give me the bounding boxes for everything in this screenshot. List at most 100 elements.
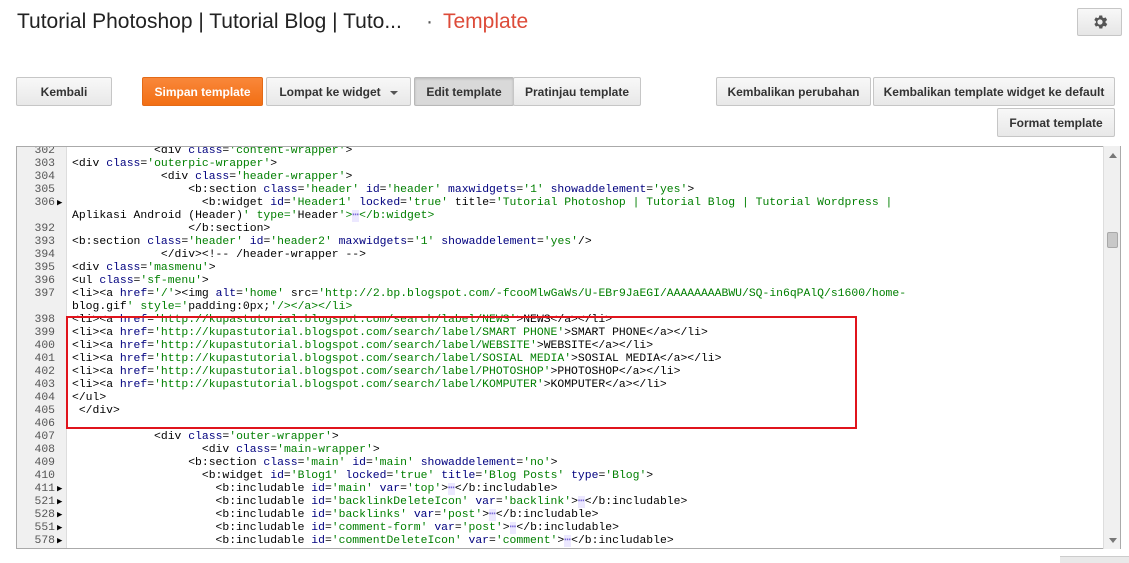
- code-text: <div class='header-wrapper'>: [72, 171, 353, 183]
- code-line[interactable]: 394 </div><!-- /header-wrapper -->: [17, 249, 1107, 262]
- code-line[interactable]: 410 <b:widget id='Blog1' locked='true' t…: [17, 470, 1107, 483]
- line-number: 398: [34, 314, 55, 326]
- line-number: 304: [34, 171, 55, 183]
- edit-template-button[interactable]: Edit template: [414, 77, 514, 106]
- line-number: 396: [34, 275, 55, 287]
- code-line[interactable]: 305 <b:section class='header' id='header…: [17, 184, 1107, 197]
- jump-to-widget-dropdown[interactable]: Lompat ke widget: [266, 77, 411, 106]
- line-number: 411: [34, 483, 55, 495]
- line-number: 305: [34, 184, 55, 196]
- code-text: <b:widget id='Header1' locked='true' tit…: [72, 197, 893, 209]
- code-line[interactable]: 303 <div class='outerpic-wrapper'>: [17, 158, 1107, 171]
- code-line[interactable]: 411 ▶ <b:includable id='main' var='top'>⋯…: [17, 483, 1107, 496]
- line-number: 403: [34, 379, 55, 391]
- code-line[interactable]: 393 <b:section class='header' id='header2…: [17, 236, 1107, 249]
- code-line[interactable]: 578 ▶ <b:includable id='commentDeleteIcon…: [17, 535, 1107, 548]
- code-line[interactable]: 551 ▶ <b:includable id='comment-form' var…: [17, 522, 1107, 535]
- fold-arrow-icon[interactable]: ▶: [57, 522, 62, 535]
- line-number: 409: [34, 457, 55, 469]
- code-line[interactable]: 396 <ul class='sf-menu'>: [17, 275, 1107, 288]
- line-number: 578: [34, 535, 55, 547]
- line-number: 410: [34, 470, 55, 482]
- line-number: 306: [34, 197, 55, 209]
- code-text: <div class='outerpic-wrapper'>: [72, 158, 278, 170]
- scroll-down-arrow-icon[interactable]: [1104, 533, 1121, 547]
- code-line[interactable]: blog.gif' style='padding:0px;'/></a></li…: [17, 301, 1107, 314]
- code-text: Aplikasi Android (Header)' type='Header'…: [72, 210, 435, 222]
- code-text: <b:includable id='backlinks' var='post'>…: [72, 509, 599, 521]
- line-number: 395: [34, 262, 55, 274]
- code-text: blog.gif' style='padding:0px;'/></a></li…: [72, 301, 353, 313]
- code-line[interactable]: 392 </b:section>: [17, 223, 1107, 236]
- blog-title[interactable]: Tutorial Photoshop | Tutorial Blog | Tut…: [17, 10, 402, 34]
- line-number: 393: [34, 236, 55, 248]
- line-number: 406: [34, 418, 55, 430]
- line-number: 528: [34, 509, 55, 521]
- line-number: 402: [34, 366, 55, 378]
- fold-arrow-icon[interactable]: ▶: [57, 535, 62, 548]
- fold-arrow-icon[interactable]: ▶: [57, 483, 62, 496]
- scrollbar-thumb[interactable]: [1107, 232, 1118, 248]
- code-line[interactable]: 395 <div class='masmenu'>: [17, 262, 1107, 275]
- code-line[interactable]: 397 <li><a href='/'><img alt='home' src='…: [17, 288, 1107, 301]
- page-title: Template: [443, 10, 529, 33]
- code-text: <div class='main-wrapper'>: [72, 444, 380, 456]
- scroll-up-arrow-icon[interactable]: [1104, 148, 1121, 162]
- format-template-button[interactable]: Format template: [997, 108, 1115, 137]
- title-bar: Tutorial Photoshop | Tutorial Blog | Tut…: [0, 0, 1129, 52]
- line-number: 551: [34, 522, 55, 534]
- line-number: 399: [34, 327, 55, 339]
- code-text: <b:includable id='main' var='top'>⋯</b:i…: [72, 483, 558, 495]
- revert-widget-default-button[interactable]: Kembalikan template widget ke default: [873, 77, 1115, 106]
- line-number: 302: [34, 146, 55, 157]
- code-line[interactable]: Aplikasi Android (Header)' type='Header'…: [17, 210, 1107, 223]
- code-line[interactable]: 302 <div class='content-wrapper'>: [17, 146, 1107, 158]
- preview-template-button[interactable]: Pratinjau template: [513, 77, 641, 106]
- code-line[interactable]: 521 ▶ <b:includable id='backlinkDeleteIco…: [17, 496, 1107, 509]
- chevron-down-icon: [389, 90, 398, 95]
- line-number: 397: [34, 288, 55, 300]
- line-number: 405: [34, 405, 55, 417]
- code-text: <li><a href='/'><img alt='home' src='htt…: [72, 288, 907, 300]
- code-line[interactable]: 528 ▶ <b:includable id='backlinks' var='p…: [17, 509, 1107, 522]
- settings-button[interactable]: [1077, 8, 1122, 36]
- back-button[interactable]: Kembali: [16, 77, 112, 106]
- code-text: <b:includable id='backlinkDeleteIcon' va…: [72, 496, 688, 508]
- save-template-button[interactable]: Simpan template: [142, 77, 263, 106]
- line-number: 404: [34, 392, 55, 404]
- line-number: 401: [34, 353, 55, 365]
- code-text: </div><!-- /header-wrapper -->: [72, 249, 366, 261]
- line-number: 521: [34, 496, 55, 508]
- code-text: </b:section>: [72, 223, 271, 235]
- code-text: <div class='outer-wrapper'>: [72, 431, 339, 443]
- code-line[interactable]: 409 <b:section class='main' id='main' sh…: [17, 457, 1107, 470]
- line-number: 303: [34, 158, 55, 170]
- code-line[interactable]: 306 ▶ <b:widget id='Header1' locked='true…: [17, 197, 1107, 210]
- revert-changes-button[interactable]: Kembalikan perubahan: [716, 77, 871, 106]
- title-separator: ·: [426, 10, 433, 33]
- line-number: 408: [34, 444, 55, 456]
- editor-scrollbar[interactable]: [1103, 146, 1120, 549]
- highlight-box: [66, 316, 857, 429]
- code-text: <b:section class='main' id='main' showad…: [72, 457, 558, 469]
- code-text: <div class='content-wrapper'>: [72, 146, 353, 157]
- line-number: 407: [34, 431, 55, 443]
- line-number: 394: [34, 249, 55, 261]
- code-text: <b:includable id='commentDeleteIcon' var…: [72, 535, 674, 547]
- code-line[interactable]: 304 <div class='header-wrapper'>: [17, 171, 1107, 184]
- code-text: <div class='masmenu'>: [72, 262, 216, 274]
- line-number: 392: [34, 223, 55, 235]
- code-text: <b:widget id='Blog1' locked='true' title…: [72, 470, 654, 482]
- gear-icon: [1093, 15, 1107, 29]
- code-text: <b:includable id='comment-form' var='pos…: [72, 522, 619, 534]
- code-line[interactable]: 407 <div class='outer-wrapper'>: [17, 431, 1107, 444]
- fold-arrow-icon[interactable]: ▶: [57, 509, 62, 522]
- line-number: 400: [34, 340, 55, 352]
- code-text: <b:section class='header' id='header2' m…: [72, 236, 592, 248]
- fold-arrow-icon[interactable]: ▶: [57, 197, 62, 210]
- code-line[interactable]: 408 <div class='main-wrapper'>: [17, 444, 1107, 457]
- jump-to-widget-label: Lompat ke widget: [279, 84, 381, 99]
- code-text: <ul class='sf-menu'>: [72, 275, 209, 287]
- fold-arrow-icon[interactable]: ▶: [57, 496, 62, 509]
- corner-overlay: [1060, 556, 1129, 563]
